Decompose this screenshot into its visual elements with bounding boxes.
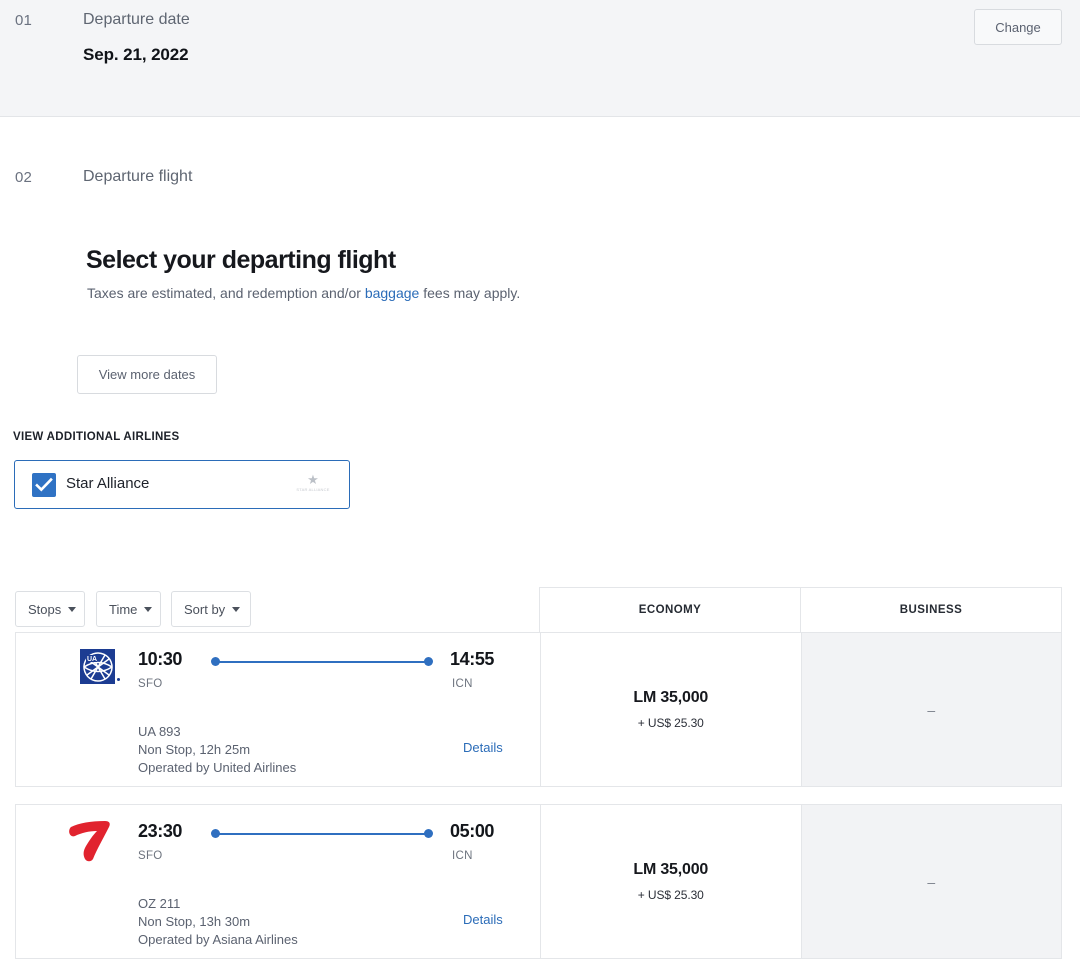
flight-number: UA 893: [138, 724, 181, 739]
flight-meta: OZ 211 Non Stop, 13h 30m Operated by Asi…: [138, 895, 298, 949]
departure-airport-code: SFO: [138, 678, 163, 690]
taxes-note-after: fees may apply.: [419, 285, 521, 301]
step-label: Departure date: [83, 11, 190, 28]
filter-time-label: Time: [109, 601, 138, 617]
asiana-swoosh-icon: [69, 821, 110, 862]
filter-time-button[interactable]: Time: [96, 591, 161, 627]
fare-columns-header: ECONOMY BUSINESS: [539, 587, 1062, 633]
view-more-dates-button[interactable]: View more dates: [77, 355, 217, 394]
details-link[interactable]: Details: [463, 740, 503, 755]
route-destination-dot: [424, 829, 433, 838]
additional-airlines-label: VIEW ADDITIONAL AIRLINES: [13, 431, 180, 443]
step-number: 02: [15, 169, 33, 186]
route-destination-dot: [424, 657, 433, 666]
fare-miles: LM 35,000: [633, 861, 709, 878]
star-alliance-checkbox[interactable]: [32, 473, 56, 497]
taxes-note-before: Taxes are estimated, and redemption and/…: [87, 285, 365, 301]
baggage-link[interactable]: baggage: [365, 285, 420, 301]
flight-info: UA 10:30 SFO 14:55 ICN UA 893 Non Stop, …: [16, 633, 540, 786]
column-header-business: BUSINESS: [800, 588, 1061, 632]
route-line: [211, 657, 433, 667]
asiana-airlines-logo: [65, 821, 123, 863]
star-icon: ★: [307, 472, 319, 487]
united-airlines-logo: UA: [65, 649, 123, 691]
departure-time: 10:30: [138, 649, 183, 669]
operated-by: Operated by United Airlines: [138, 760, 297, 775]
globe-icon: UA: [83, 652, 113, 682]
fare-cell-business: –: [800, 633, 1061, 786]
fare-cell-economy[interactable]: LM 35,000 + US$ 25.30: [540, 805, 801, 958]
stops-duration: Non Stop, 12h 25m: [138, 742, 251, 757]
operated-by: Operated by Asiana Airlines: [138, 932, 298, 947]
arrival-time: 05:00: [450, 821, 495, 841]
stops-duration: Non Stop, 13h 30m: [138, 914, 251, 929]
details-link[interactable]: Details: [463, 912, 503, 927]
flight-meta: UA 893 Non Stop, 12h 25m Operated by Uni…: [138, 723, 296, 777]
step-label: Departure flight: [83, 168, 193, 185]
page-title: Select your departing flight: [86, 246, 396, 274]
change-date-button[interactable]: Change: [974, 9, 1062, 45]
registered-mark: [117, 678, 120, 681]
arrival-airport-code: ICN: [452, 678, 473, 690]
fare-cell-business: –: [800, 805, 1061, 958]
departure-airport-code: SFO: [138, 850, 163, 862]
arrival-airport-code: ICN: [452, 850, 473, 862]
departure-time: 23:30: [138, 821, 183, 841]
filter-sort-button[interactable]: Sort by: [171, 591, 251, 627]
route-line: [211, 829, 433, 839]
route-bar: [215, 833, 429, 835]
fare-unavailable: –: [927, 873, 936, 890]
chevron-down-icon: [232, 606, 241, 612]
check-icon: [35, 477, 53, 492]
chevron-down-icon: [144, 606, 153, 612]
star-alliance-logo-caption: STAR ALLIANCE: [296, 487, 330, 492]
star-alliance-logo: ★ STAR ALLIANCE: [291, 473, 335, 499]
filter-sort-label: Sort by: [184, 601, 226, 617]
arrival-time: 14:55: [450, 649, 495, 669]
svg-text:UA: UA: [87, 656, 97, 663]
table-row[interactable]: 23:30 SFO 05:00 ICN OZ 211 Non Stop, 13h…: [15, 804, 1062, 959]
flight-info: 23:30 SFO 05:00 ICN OZ 211 Non Stop, 13h…: [16, 805, 540, 958]
departure-date-value: Sep. 21, 2022: [83, 45, 189, 64]
flight-number: OZ 211: [138, 896, 181, 911]
table-row[interactable]: UA 10:30 SFO 14:55 ICN UA 893 Non Stop, …: [15, 632, 1062, 787]
filter-stops-label: Stops: [28, 601, 62, 617]
filter-stops-button[interactable]: Stops: [15, 591, 85, 627]
star-alliance-label: Star Alliance: [66, 475, 150, 492]
fare-tax: + US$ 25.30: [637, 716, 704, 730]
star-alliance-option[interactable]: Star Alliance ★ STAR ALLIANCE: [14, 460, 350, 509]
fare-unavailable: –: [927, 701, 936, 718]
step-departure-date: 01 Departure date Sep. 21, 2022 Change: [0, 0, 1080, 117]
chevron-down-icon: [68, 606, 77, 612]
fare-miles: LM 35,000: [633, 689, 709, 706]
step-number: 01: [15, 12, 33, 29]
taxes-note: Taxes are estimated, and redemption and/…: [87, 285, 520, 301]
column-header-economy: ECONOMY: [638, 604, 702, 616]
route-bar: [215, 661, 429, 663]
fare-cell-economy[interactable]: LM 35,000 + US$ 25.30: [540, 633, 801, 786]
fare-tax: + US$ 25.30: [637, 888, 704, 902]
